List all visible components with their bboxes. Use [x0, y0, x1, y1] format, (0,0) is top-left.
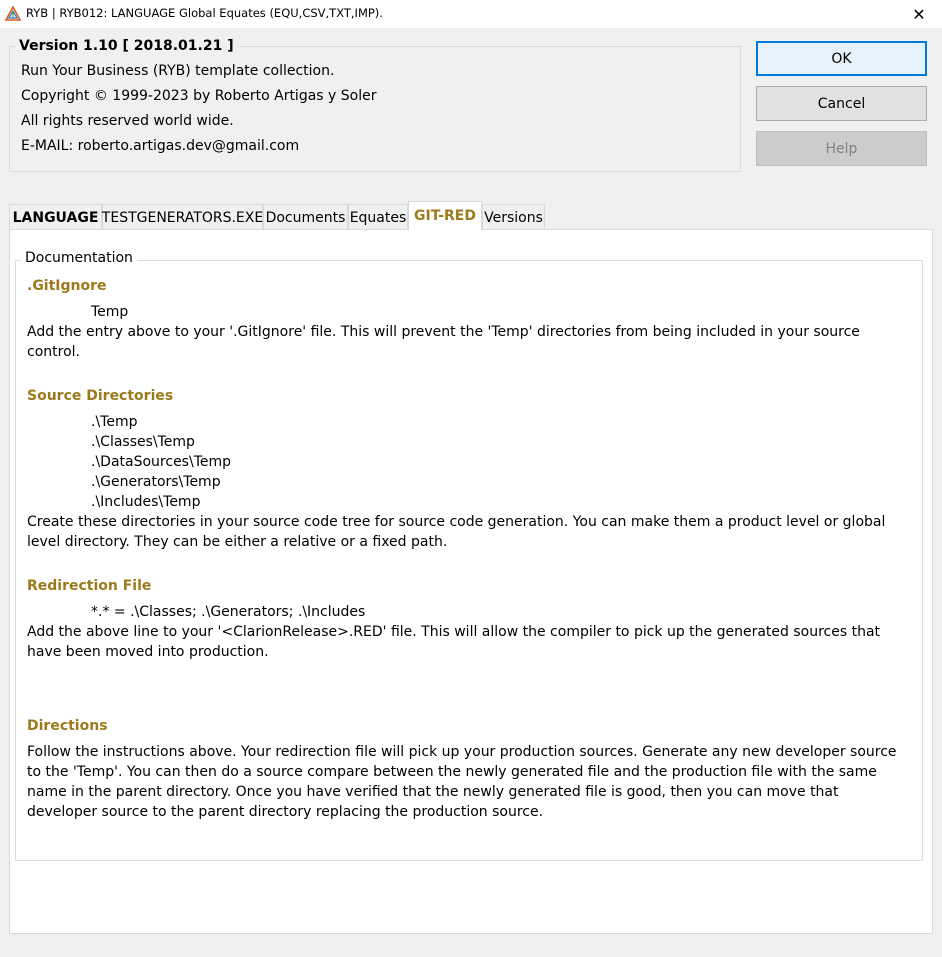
cancel-button[interactable]: Cancel [756, 86, 927, 121]
tab-documents[interactable]: Documents [263, 204, 348, 230]
tab-language[interactable]: LANGUAGE [9, 204, 102, 230]
about-line-product: Run Your Business (RYB) template collect… [21, 63, 335, 79]
ok-button[interactable]: OK [756, 41, 927, 76]
source-directory-entry: .\Temp [91, 414, 138, 430]
redirection-file-heading: Redirection File [27, 578, 152, 594]
title-bar: RYB | RYB012: LANGUAGE Global Equates (E… [0, 0, 942, 28]
close-icon: ✕ [912, 4, 926, 24]
about-line-copyright: Copyright © 1999-2023 by Roberto Artigas… [21, 88, 377, 104]
tab-git-red[interactable]: GIT-RED [408, 201, 482, 230]
directions-text: Follow the instructions above. Your redi… [27, 744, 897, 820]
source-directory-entry: .\Generators\Temp [91, 474, 221, 490]
tab-versions[interactable]: Versions [482, 204, 545, 230]
directions-heading: Directions [27, 718, 108, 734]
redirection-file-text: Add the above line to your '<ClarionRele… [27, 624, 881, 660]
about-line-email: E-MAIL: roberto.artigas.dev@gmail.com [21, 138, 300, 154]
tab-equates[interactable]: Equates [348, 204, 408, 230]
window-title: RYB | RYB012: LANGUAGE Global Equates (E… [26, 6, 383, 20]
source-directory-entry: .\Classes\Temp [91, 434, 195, 450]
source-directories-text: Create these directories in your source … [27, 514, 886, 550]
tab-testgenerators[interactable]: TESTGENERATORS.EXE [102, 204, 263, 230]
dialog-window: RYB | RYB012: LANGUAGE Global Equates (E… [0, 0, 942, 957]
gitignore-heading: .GitIgnore [27, 278, 107, 294]
gitignore-entry: Temp [91, 304, 129, 320]
about-line-rights: All rights reserved world wide. [21, 113, 234, 129]
version-title: Version 1.10 [ 2018.01.21 ] [15, 38, 238, 54]
help-button[interactable]: Help [756, 131, 927, 166]
documentation-legend: Documentation [21, 250, 137, 266]
gitignore-text: Add the entry above to your '.GitIgnore'… [27, 324, 860, 360]
redirection-file-entry: *.* = .\Classes; .\Generators; .\Include… [91, 604, 366, 620]
source-directories-heading: Source Directories [27, 388, 174, 404]
close-button[interactable]: ✕ [896, 0, 942, 28]
source-directory-entry: .\DataSources\Temp [91, 454, 231, 470]
ryb-triangle-icon [4, 5, 22, 22]
source-directory-entry: .\Includes\Temp [91, 494, 201, 510]
